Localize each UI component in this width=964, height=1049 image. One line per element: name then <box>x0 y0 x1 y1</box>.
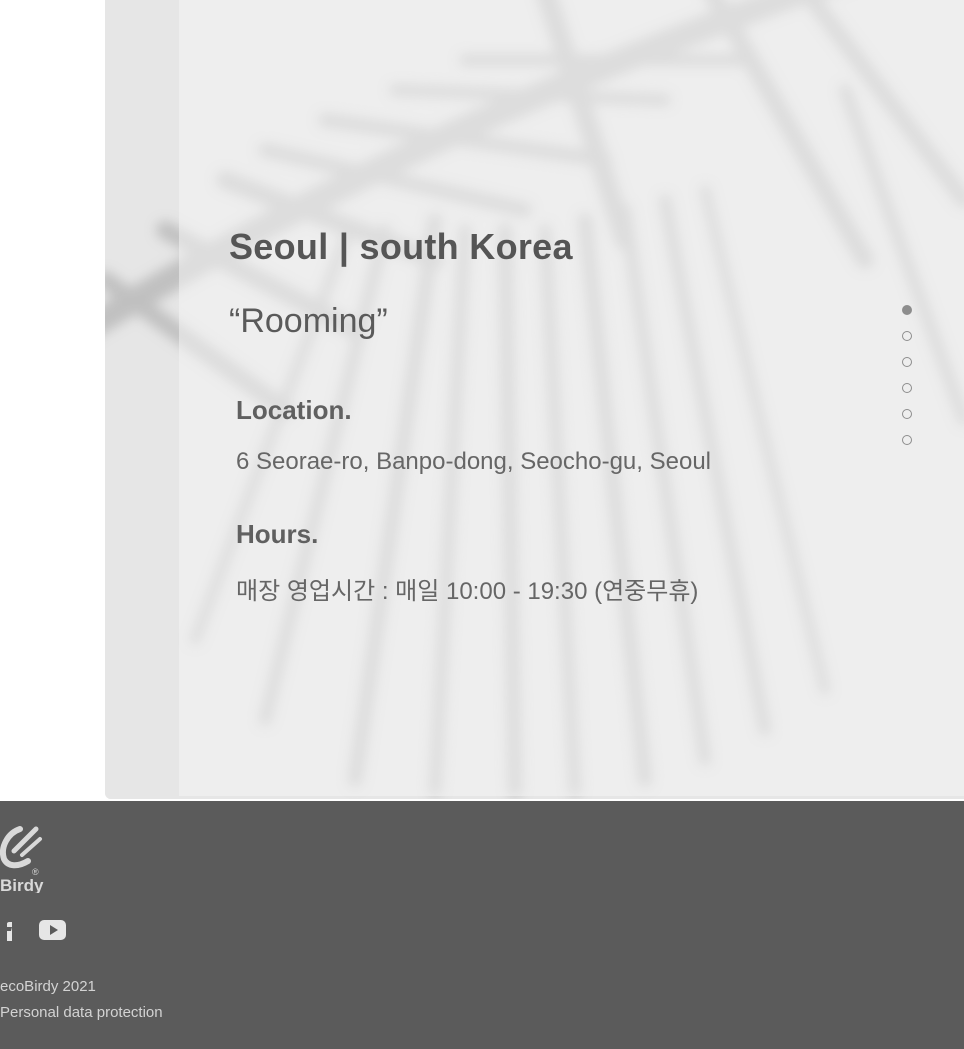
hours-value: 매장 영업시간 : 매일 10:00 - 19:30 (연중무휴) <box>236 578 699 605</box>
location-value: 6 Seorae-ro, Banpo-dong, Seocho-gu, Seou… <box>236 448 711 475</box>
youtube-icon[interactable] <box>39 920 66 940</box>
pagination-dot[interactable] <box>902 409 912 419</box>
pagination-dot[interactable] <box>902 331 912 341</box>
copyright-text: ecoBirdy 2021 <box>0 978 96 995</box>
logo-wordmark: Birdy <box>0 876 44 893</box>
pagination-dot[interactable] <box>902 435 912 445</box>
pagination-dot[interactable] <box>902 383 912 393</box>
site-footer: ® Birdy ecoBirdy 2021 Personal data prot… <box>0 801 964 1049</box>
hours-label: Hours. <box>236 519 319 549</box>
pagination-dot[interactable] <box>902 357 912 367</box>
store-subtitle: “Rooming” <box>229 302 388 340</box>
slide-pagination <box>901 305 915 461</box>
pagination-dot[interactable] <box>902 305 912 315</box>
store-title: Seoul | south Korea <box>229 226 573 267</box>
store-hero: Seoul | south Korea “Rooming” Location. … <box>105 0 964 799</box>
privacy-link[interactable]: Personal data protection <box>0 1004 163 1021</box>
facebook-icon[interactable] <box>0 917 14 943</box>
brand-logo[interactable]: ® Birdy <box>0 825 45 893</box>
location-label: Location. <box>236 395 352 425</box>
